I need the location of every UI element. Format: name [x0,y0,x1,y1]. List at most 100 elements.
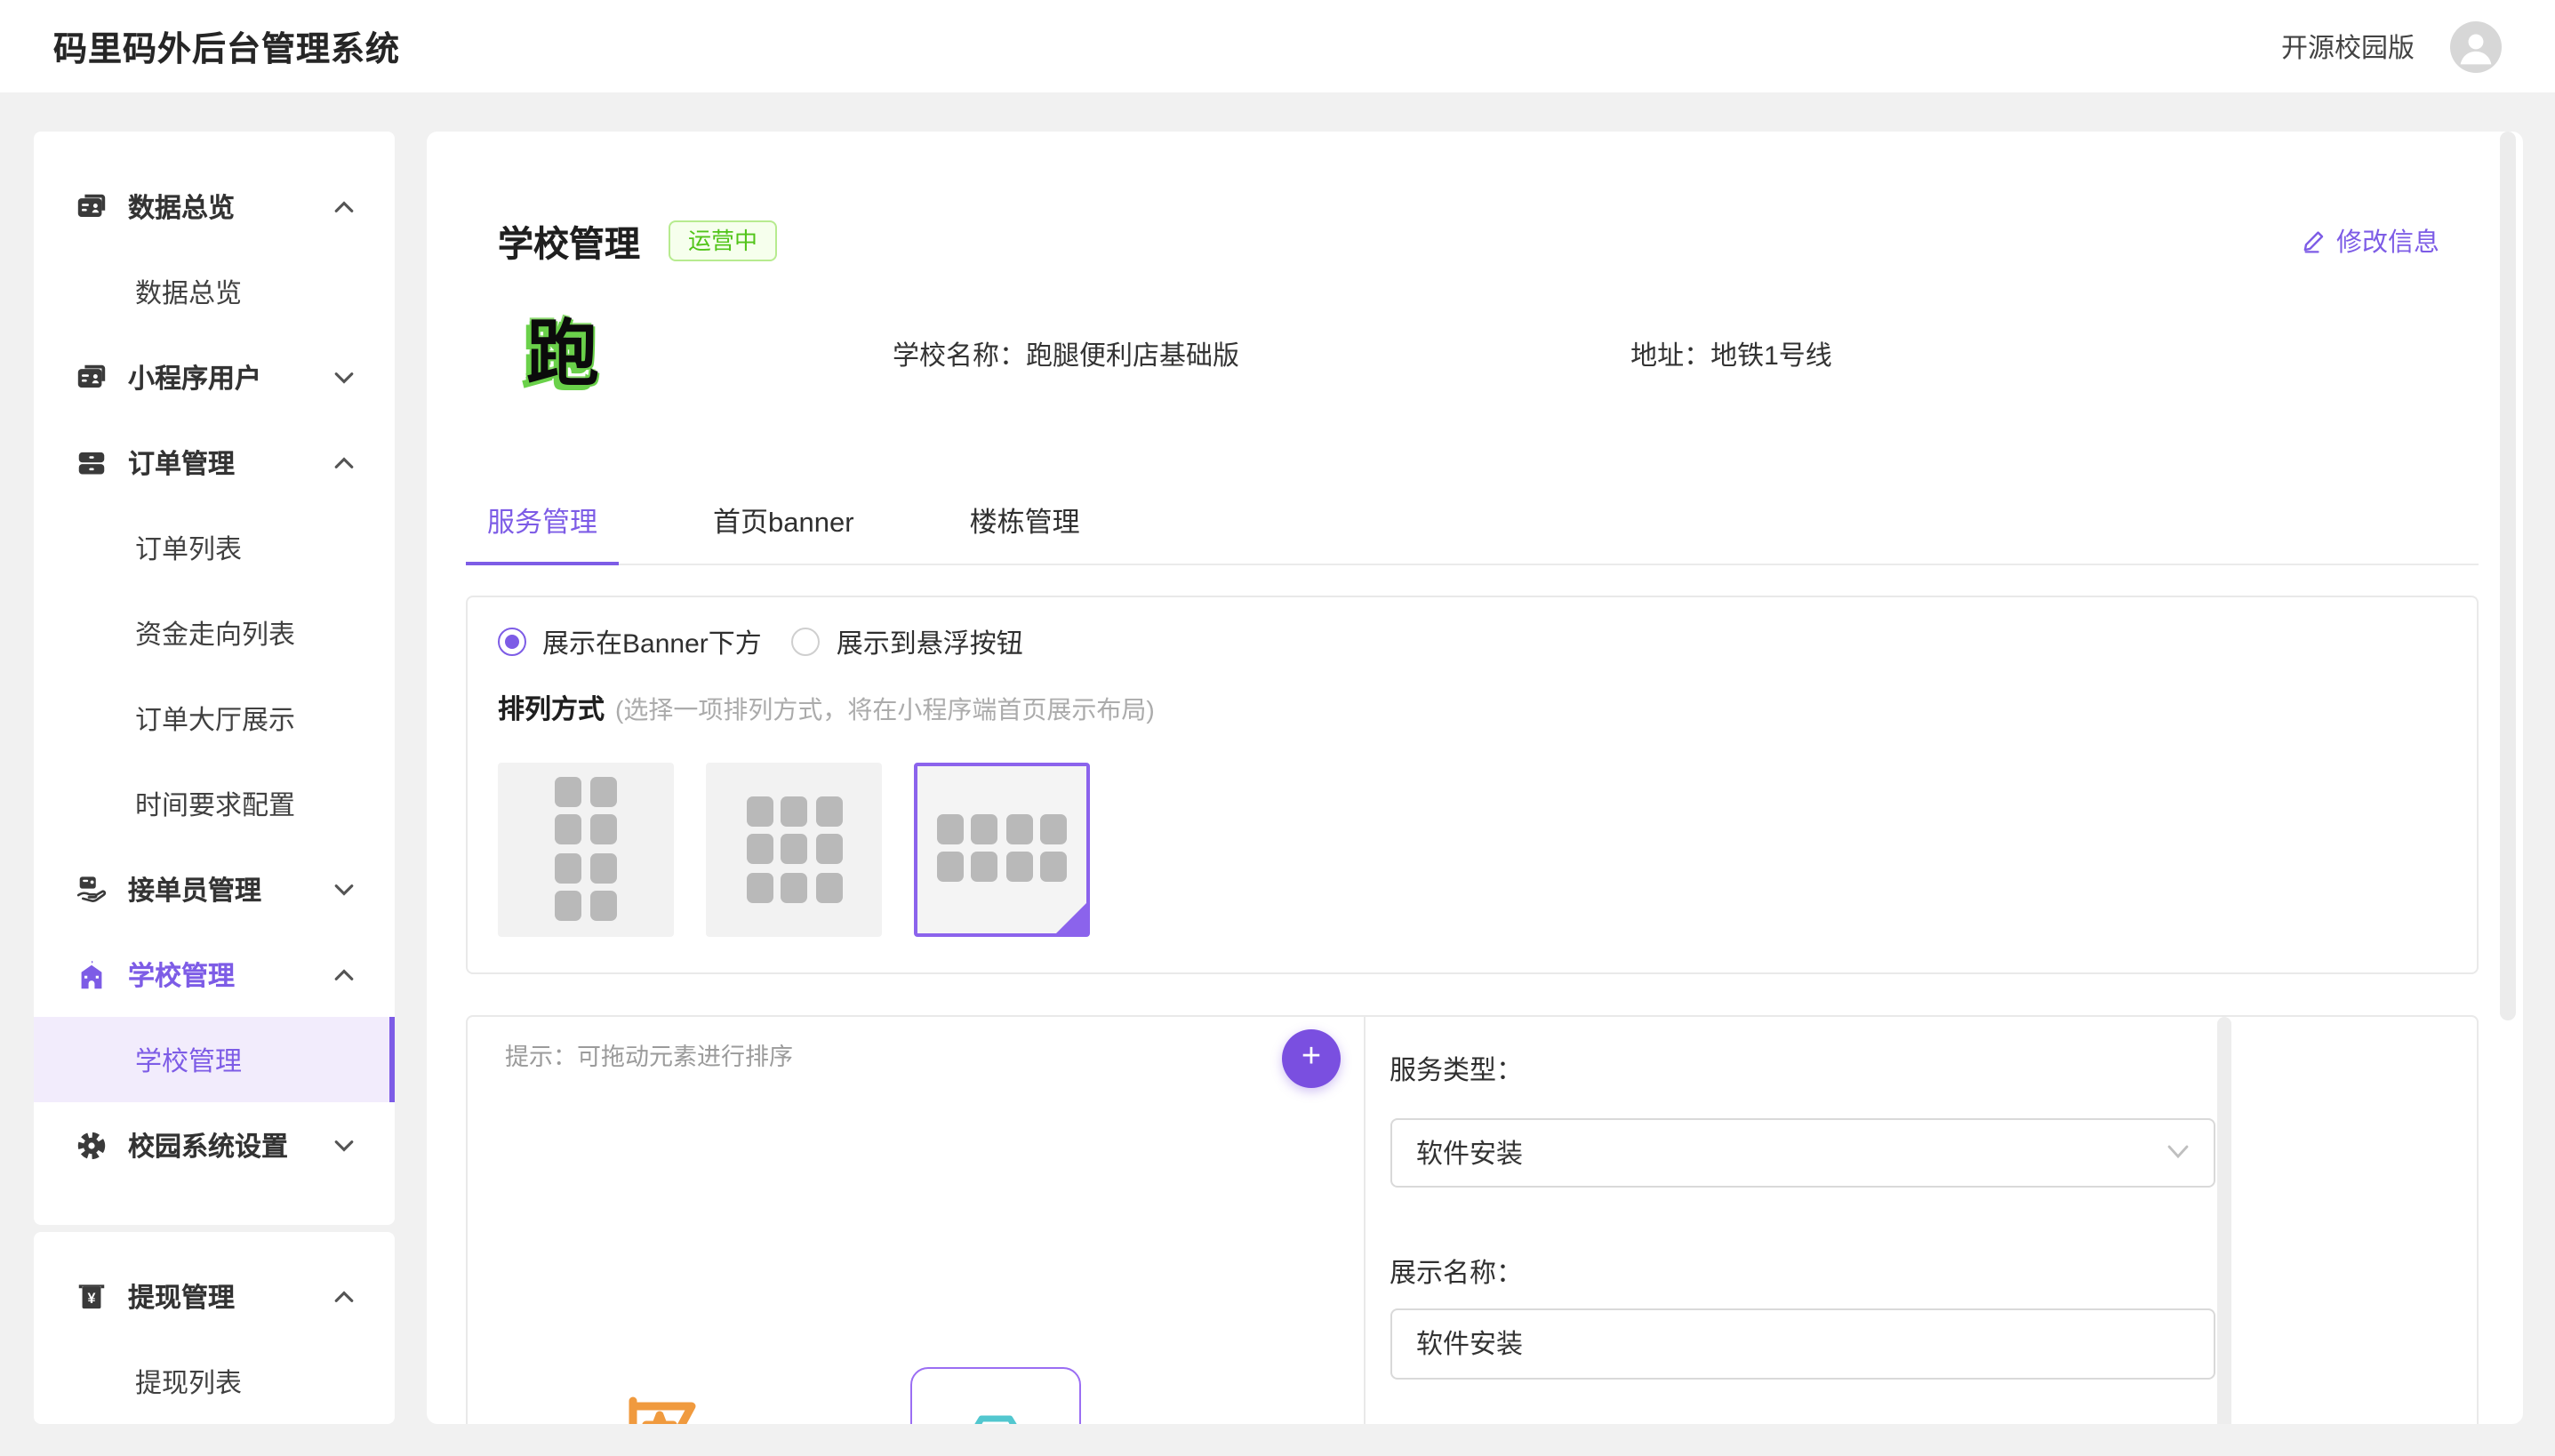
edition-label: 开源校园版 [2281,28,2415,65]
sidebar-item-miniprogram-users[interactable]: 小程序用户 [34,334,395,420]
service-type-select[interactable]: 软件安装 [1390,1117,2215,1187]
service-form: 服务类型： 软件安装 展示名称： 软件安装 展示图标： [1366,1016,2477,1424]
withdraw-icon: ¥ [75,1279,108,1313]
sidebar-item-label: 接单员管理 [128,870,261,908]
tab-home-banner[interactable]: 首页banner [692,501,876,565]
edit-info-link[interactable]: 修改信息 [2301,222,2439,260]
sidebar-item-orders-group[interactable]: 订单管理 [34,420,395,505]
arrangement-label: 排列方式 [498,689,605,726]
sidebar-item-label: 数据总览 [135,273,242,310]
sidebar-card-withdraw: ¥ 提现管理 提现列表 [34,1232,395,1424]
app-title: 码里码外后台管理系统 [53,22,400,70]
sidebar-item-label: 订单管理 [128,444,235,481]
school-logo: 跑 [526,314,617,394]
selected-service-frame[interactable] [910,1366,1081,1424]
miniprogram-users-icon [75,360,108,394]
radio-label: 展示到悬浮按钮 [837,623,1023,660]
pencil-icon [2301,228,2327,254]
tab-building-management[interactable]: 楼栋管理 [949,501,1101,565]
svg-text:¥: ¥ [88,1290,96,1306]
sidebar-item-label: 提现管理 [128,1277,235,1315]
radio-icon [792,628,821,656]
chevron-down-icon [2167,1145,2188,1159]
drag-hint: 提示：可拖动元素进行排序 [505,1036,793,1071]
service-editor-panel: 提示：可拖动元素进行排序 + [466,1014,2479,1424]
chevron-down-icon [334,1139,354,1151]
add-service-button[interactable]: + [1282,1028,1341,1087]
sidebar-item-data-overview-group[interactable]: 数据总览 [34,164,395,249]
sidebar-item-campus-system-settings[interactable]: 校园系统设置 [34,1102,395,1188]
sidebar-item-label: 订单列表 [135,529,242,566]
page-header-row: 学校管理 运营中 修改信息 [498,215,2439,267]
service-type-label: 服务类型： [1390,1052,2477,1091]
radio-icon [498,628,526,656]
sidebar-item-label: 小程序用户 [128,358,261,396]
user-avatar[interactable] [2450,20,2502,72]
form-scrollbar[interactable] [2217,1016,2231,1424]
user-avatar-icon [2450,20,2502,72]
chevron-down-icon [334,371,354,383]
layout-option-2x4[interactable] [498,762,674,936]
sidebar-item-order-list[interactable]: 订单列表 [34,505,395,590]
display-position-radios: 展示在Banner下方 展示到悬浮按钮 [498,623,2441,660]
layout-option-4x2[interactable] [914,762,1090,936]
main-scrollbar[interactable] [2499,132,2515,1020]
display-name-label: 展示名称： [1390,1254,2477,1293]
sidebar-item-funds-flow-list[interactable]: 资金走向列表 [34,590,395,676]
top-bar: 码里码外后台管理系统 开源校园版 [0,0,2555,92]
sidebar: 数据总览 数据总览 小程序用户 订单管理 [34,132,395,1424]
service-type-value: 软件安装 [1416,1133,1523,1171]
display-name-input[interactable]: 软件安装 [1390,1308,2215,1379]
sidebar-item-school-management[interactable]: 学校管理 [34,1017,395,1102]
data-overview-icon [75,189,108,223]
tab-service-management[interactable]: 服务管理 [466,501,619,565]
display-name-value: 软件安装 [1416,1324,1523,1362]
sidebar-card-main: 数据总览 数据总览 小程序用户 订单管理 [34,132,395,1225]
arrangement-note: (选择一项排列方式，将在小程序端首页展示布局) [615,691,1155,726]
sidebar-item-time-requirement-config[interactable]: 时间要求配置 [34,761,395,846]
layout-grid [937,813,1068,882]
sidebar-item-data-overview[interactable]: 数据总览 [34,249,395,334]
sidebar-item-label: 数据总览 [128,188,235,225]
sidebar-item-label: 订单大厅展示 [135,700,295,737]
chevron-down-icon [334,883,354,895]
arrangement-row: 排列方式 (选择一项排列方式，将在小程序端首页展示布局) [498,689,2441,726]
layout-grid [556,777,617,922]
school-name-field: 学校名称：跑腿便利店基础版 [893,335,1239,372]
sidebar-item-withdraw-list[interactable]: 提现列表 [34,1339,395,1424]
layout-grid [746,796,842,902]
sidebar-item-label: 学校管理 [135,1041,242,1078]
service-drag-area: 提示：可拖动元素进行排序 + [468,1016,1366,1424]
orders-icon [75,445,108,479]
sidebar-item-withdraw-management[interactable]: ¥ 提现管理 [34,1253,395,1339]
radio-floating-button[interactable]: 展示到悬浮按钮 [792,623,1023,660]
page-title: 学校管理 [498,215,640,267]
school-info-row: 跑 学校名称：跑腿便利店基础版 地址：地铁1号线 [526,313,2523,395]
sidebar-item-label: 资金走向列表 [135,614,295,652]
sidebar-item-courier-management[interactable]: 接单员管理 [34,846,395,932]
main-content: 学校管理 运营中 修改信息 跑 学校名称：跑腿便利店基础版 地址：地铁1号线 服… [427,132,2523,1424]
scooter-icon[interactable] [781,1411,873,1424]
sidebar-item-label: 学校管理 [128,956,235,993]
settings-icon [75,1128,108,1162]
layout-options [498,762,2441,936]
radio-label: 展示在Banner下方 [542,623,762,660]
display-settings-panel: 展示在Banner下方 展示到悬浮按钮 排列方式 (选择一项排列方式，将在小程序… [466,595,2479,973]
status-badge: 运营中 [669,220,777,261]
sidebar-item-label: 时间要求配置 [135,785,295,822]
chevron-up-icon [334,456,354,468]
chevron-up-icon [334,1290,354,1302]
courier-icon [75,872,108,906]
layout-option-3x3[interactable] [706,762,882,936]
sidebar-item-order-hall-display[interactable]: 订单大厅展示 [34,676,395,761]
flag-icon[interactable] [621,1395,706,1424]
sidebar-item-label: 校园系统设置 [128,1126,288,1164]
sidebar-item-school-management-group[interactable]: 学校管理 [34,932,395,1017]
edit-info-label: 修改信息 [2336,222,2439,260]
tab-bar: 服务管理 首页banner 楼栋管理 [466,501,2479,564]
radio-banner-below[interactable]: 展示在Banner下方 [498,623,762,660]
gamepad-icon[interactable] [1118,1411,1211,1424]
school-icon [75,957,108,991]
sidebar-item-label: 提现列表 [135,1363,242,1400]
chevron-up-icon [334,968,354,980]
